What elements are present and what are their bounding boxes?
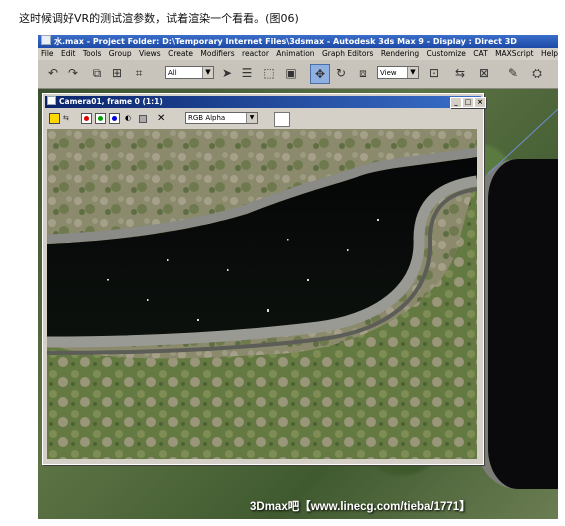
align-icon[interactable]: ⊠ [475,64,493,82]
material-editor-icon[interactable]: ✎ [504,64,522,82]
menu-customize[interactable]: Customize [427,49,466,58]
max-app-icon [41,35,51,45]
redo-icon[interactable]: ↷ [64,64,82,82]
display-channel-dropdown[interactable]: RGB Alpha ▼ [185,112,258,124]
menu-views[interactable]: Views [139,49,161,58]
render-window-title: Camera01, frame 0 (1:1) [59,97,163,106]
background-color-swatch[interactable] [274,112,290,127]
watermark-text: 3Dmax吧【www.linecg.com/tieba/1771】 [250,501,471,513]
rendered-frame-window: Camera01, frame 0 (1:1) _ □ × ⇆ ◐ ✕ RGB … [42,93,486,465]
menu-group[interactable]: Group [109,49,132,58]
render-window-titlebar: Camera01, frame 0 (1:1) [45,96,481,108]
select-by-name-icon[interactable]: ☰ [238,64,256,82]
maximize-button[interactable]: □ [462,97,474,108]
app-titlebar: 水.max - Project Folder: D:\Temporary Int… [38,35,558,48]
selection-filter-dropdown[interactable]: All ▼ [165,66,214,79]
menu-cat[interactable]: CAT [473,49,487,58]
link-icon[interactable]: ⧉ [88,64,106,82]
menu-animation[interactable]: Animation [276,49,314,58]
menu-reactor[interactable]: reactor [242,49,269,58]
green-channel-toggle[interactable] [95,113,106,124]
article-caption: 这时候调好VR的测试渲参数，试着渲染一个看看。(图06) [19,12,299,25]
blue-channel-toggle[interactable] [109,113,120,124]
menu-rendering[interactable]: Rendering [381,49,419,58]
unlink-icon[interactable]: ⊞ [108,64,126,82]
render-window-icon [47,96,56,105]
minimize-button[interactable]: _ [450,97,462,108]
close-button[interactable]: × [474,97,486,108]
reference-coordinate-dropdown[interactable]: View ▼ [377,66,419,79]
select-object-icon[interactable]: ➤ [218,64,236,82]
menu-file[interactable]: File [41,49,54,58]
render-setup-icon[interactable]: ⛭ [528,64,546,82]
menu-modifiers[interactable]: Modifiers [200,49,234,58]
app-title: 水.max - Project Folder: D:\Temporary Int… [54,37,517,46]
menu-edit[interactable]: Edit [61,49,76,58]
menu-tools[interactable]: Tools [83,49,101,58]
clone-window-icon[interactable]: ⇆ [63,113,74,124]
clear-icon[interactable]: ✕ [157,113,168,124]
menu-help[interactable]: Help [541,49,558,58]
render-window-toolbar: ⇆ ◐ ✕ RGB Alpha ▼ [45,110,481,127]
menu-create[interactable]: Create [168,49,193,58]
menu-graph-editors[interactable]: Graph Editors [322,49,374,58]
undo-icon[interactable]: ↶ [44,64,62,82]
select-and-move-icon[interactable]: ✥ [310,64,330,84]
save-bitmap-icon[interactable] [49,113,60,124]
alpha-channel-icon[interactable]: ◐ [125,113,136,124]
mirror-icon[interactable]: ⇆ [451,64,469,82]
red-channel-toggle[interactable] [81,113,92,124]
menu-maxscript[interactable]: MAXScript [495,49,534,58]
select-and-rotate-icon[interactable]: ↻ [332,64,350,82]
chevron-down-icon: ▼ [407,67,418,78]
rectangular-selection-icon[interactable]: ⬚ [260,64,278,82]
chevron-down-icon: ▼ [246,113,257,123]
window-crossing-icon[interactable]: ▣ [282,64,300,82]
main-toolbar: ↶ ↷ ⧉ ⊞ ⌗ All ▼ ➤ ☰ ⬚ ▣ ✥ ↻ ⧈ View ▼ ⊡ ⇆… [38,60,558,89]
menu-bar: File Edit Tools Group Views Create Modif… [38,48,558,60]
chevron-down-icon: ▼ [202,67,213,78]
bind-space-warp-icon[interactable]: ⌗ [130,64,148,82]
rendered-image [47,129,477,459]
monochrome-icon[interactable] [139,115,147,123]
select-and-scale-icon[interactable]: ⧈ [354,64,372,82]
pivot-center-icon[interactable]: ⊡ [425,64,443,82]
